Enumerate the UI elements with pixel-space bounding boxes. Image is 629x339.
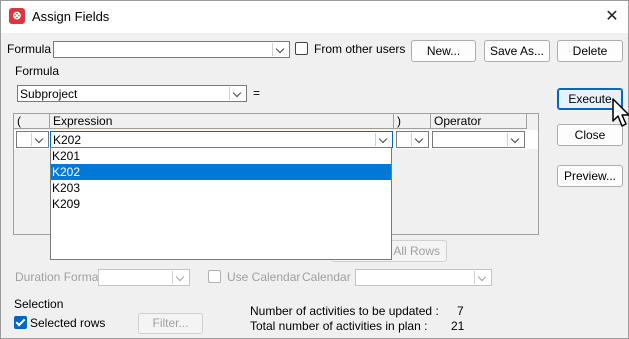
total-activities-label: Total number of activities in plan : (250, 319, 428, 333)
window-title: Assign Fields (32, 9, 110, 24)
activities-to-update-value: 7 (457, 304, 464, 318)
selection-label: Selection (14, 297, 64, 311)
title-bar: ⊗ Assign Fields ✕ (1, 1, 628, 33)
preview-button[interactable]: Preview... (557, 165, 623, 187)
expression-value[interactable]: K202 (53, 133, 81, 147)
close-paren-select[interactable] (396, 131, 429, 148)
chevron-down-icon[interactable] (474, 271, 490, 284)
chevron-down-icon[interactable] (229, 87, 245, 100)
selected-rows-checkbox[interactable] (14, 316, 27, 329)
calendar-label: Calendar : (302, 270, 358, 284)
calendar-select[interactable] (355, 269, 492, 286)
target-field-value: Subproject (20, 87, 78, 101)
chevron-down-icon[interactable] (411, 133, 427, 146)
from-other-users-checkbox[interactable] (295, 42, 308, 55)
operator-select[interactable] (432, 131, 525, 148)
column-header-open-paren: ( (14, 114, 50, 129)
open-paren-select[interactable] (16, 131, 49, 148)
chevron-down-icon[interactable] (31, 133, 47, 146)
new-button[interactable]: New... (411, 40, 476, 62)
delete-button[interactable]: Delete (557, 40, 623, 62)
chevron-down-icon[interactable] (507, 133, 523, 146)
duration-format-select[interactable] (98, 269, 190, 286)
total-activities-value: 21 (451, 319, 465, 333)
list-item[interactable]: K209 (51, 196, 391, 212)
list-item[interactable]: K203 (51, 180, 391, 196)
expression-dropdown-list[interactable]: K201 K202 K203 K209 (50, 147, 392, 260)
formula-select[interactable] (53, 41, 290, 58)
equals-sign: = (253, 86, 261, 100)
save-as-button[interactable]: Save As... (484, 40, 550, 62)
duration-format-label: Duration Format: (15, 270, 106, 284)
formula-section-label: Formula (15, 64, 60, 78)
use-calendar-checkbox[interactable] (208, 270, 221, 283)
list-item[interactable]: K201 (51, 148, 391, 164)
column-header-operator: Operator (431, 114, 527, 129)
formula-label: Formula : (7, 42, 58, 56)
expression-select[interactable]: K202 (50, 131, 393, 148)
column-header-expression: Expression (50, 114, 394, 129)
mouse-pointer-icon (612, 98, 629, 127)
chevron-down-icon[interactable] (272, 43, 288, 56)
app-icon: ⊗ (9, 8, 25, 24)
assign-fields-dialog: ⊗ Assign Fields ✕ Formula : From other u… (0, 0, 629, 339)
list-item[interactable]: K202 (51, 164, 391, 180)
column-header-close-paren: ) (394, 114, 431, 129)
target-field-select[interactable]: Subproject (17, 85, 247, 102)
activities-to-update-label: Number of activities to be updated : (250, 304, 439, 318)
selected-rows-label: Selected rows (30, 316, 106, 330)
close-icon[interactable]: ✕ (601, 6, 623, 28)
use-calendar-label: Use Calendar (227, 270, 301, 284)
from-other-users-label: From other users (314, 42, 406, 56)
filter-button[interactable]: Filter... (138, 313, 203, 334)
chevron-down-icon[interactable] (172, 271, 188, 284)
chevron-down-icon[interactable] (375, 133, 391, 146)
